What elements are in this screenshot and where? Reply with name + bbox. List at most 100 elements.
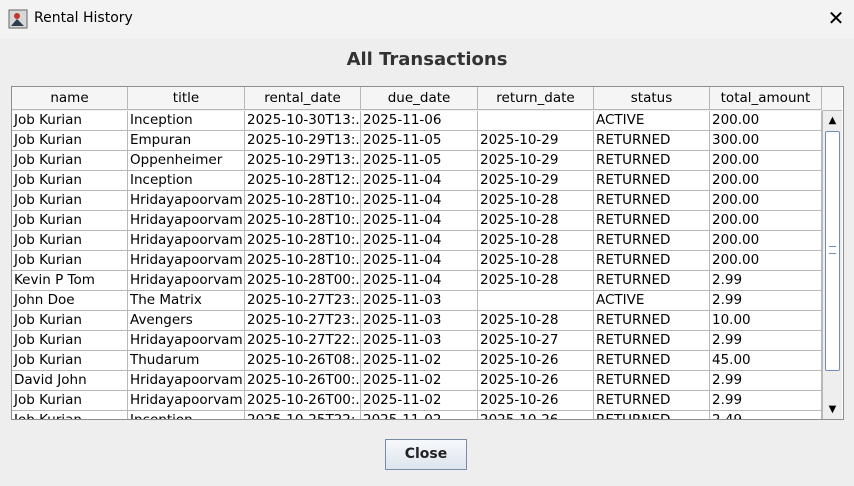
- table-cell-rental-date[interactable]: 2025-10-28T12:...: [245, 171, 361, 191]
- column-header-name[interactable]: name: [12, 87, 128, 110]
- table-cell-due-date[interactable]: 2025-11-04: [361, 271, 478, 291]
- table-cell-rental-date[interactable]: 2025-10-28T00:...: [245, 271, 361, 291]
- table-cell-due-date[interactable]: 2025-11-02: [361, 351, 478, 371]
- table-cell-name[interactable]: Job Kurian: [12, 231, 128, 251]
- table-cell-return-date[interactable]: 2025-10-26: [478, 351, 594, 371]
- table-cell-name[interactable]: Job Kurian: [12, 311, 128, 331]
- table-cell-due-date[interactable]: 2025-11-04: [361, 211, 478, 231]
- table-cell-title[interactable]: Inception: [128, 171, 245, 191]
- table-cell-total-amount[interactable]: 45.00: [710, 351, 822, 371]
- table-cell-total-amount[interactable]: 200.00: [710, 111, 822, 131]
- table-cell-name[interactable]: Job Kurian: [12, 351, 128, 371]
- table-cell-due-date[interactable]: 2025-11-03: [361, 331, 478, 351]
- table-cell-return-date[interactable]: 2025-10-29: [478, 151, 594, 171]
- table-cell-return-date[interactable]: 2025-10-26: [478, 371, 594, 391]
- table-row[interactable]: Job Kurian Hridayapoorvam 2025-10-28T10:..…: [12, 231, 822, 251]
- table-cell-name[interactable]: Job Kurian: [12, 131, 128, 151]
- table-cell-title[interactable]: Hridayapoorvam: [128, 251, 245, 271]
- table-cell-due-date[interactable]: 2025-11-04: [361, 251, 478, 271]
- table-cell-rental-date[interactable]: 2025-10-27T22:...: [245, 331, 361, 351]
- arrow-up-icon[interactable]: ▲: [823, 111, 842, 130]
- table-cell-title[interactable]: Hridayapoorvam: [128, 391, 245, 411]
- table-cell-status[interactable]: RETURNED: [594, 131, 710, 151]
- table-cell-total-amount[interactable]: 2.49: [710, 411, 822, 419]
- table-cell-total-amount[interactable]: 200.00: [710, 231, 822, 251]
- table-cell-status[interactable]: RETURNED: [594, 311, 710, 331]
- table-cell-return-date[interactable]: 2025-10-28: [478, 311, 594, 331]
- table-cell-rental-date[interactable]: 2025-10-28T10:...: [245, 251, 361, 271]
- close-icon[interactable]: ✕: [823, 6, 849, 32]
- table-cell-total-amount[interactable]: 2.99: [710, 371, 822, 391]
- table-cell-title[interactable]: Empuran: [128, 131, 245, 151]
- table-cell-due-date[interactable]: 2025-11-06: [361, 111, 478, 131]
- table-cell-return-date[interactable]: 2025-10-28: [478, 251, 594, 271]
- column-header-return-date[interactable]: return_date: [478, 87, 594, 110]
- table-cell-due-date[interactable]: 2025-11-02: [361, 411, 478, 419]
- table-cell-title[interactable]: Hridayapoorvam: [128, 331, 245, 351]
- table-cell-total-amount[interactable]: 300.00: [710, 131, 822, 151]
- table-cell-name[interactable]: Kevin P Tom: [12, 271, 128, 291]
- table-row[interactable]: Job Kurian Inception 2025-10-28T12:... 2025…: [12, 171, 822, 191]
- table-cell-total-amount[interactable]: 200.00: [710, 211, 822, 231]
- table-row[interactable]: Job Kurian Hridayapoorvam 2025-10-28T10:..…: [12, 191, 822, 211]
- table-row[interactable]: David John Hridayapoorvam 2025-10-26T00:..…: [12, 371, 822, 391]
- table-cell-due-date[interactable]: 2025-11-05: [361, 131, 478, 151]
- table-cell-total-amount[interactable]: 200.00: [710, 191, 822, 211]
- table-cell-due-date[interactable]: 2025-11-05: [361, 151, 478, 171]
- table-cell-return-date[interactable]: 2025-10-28: [478, 231, 594, 251]
- table-cell-name[interactable]: Job Kurian: [12, 391, 128, 411]
- table-cell-name[interactable]: Job Kurian: [12, 251, 128, 271]
- column-header-rental-date[interactable]: rental_date: [245, 87, 361, 110]
- table-cell-status[interactable]: RETURNED: [594, 391, 710, 411]
- table-cell-rental-date[interactable]: 2025-10-29T13:...: [245, 131, 361, 151]
- table-row[interactable]: Job Kurian Hridayapoorvam 2025-10-28T10:..…: [12, 251, 822, 271]
- table-cell-due-date[interactable]: 2025-11-03: [361, 291, 478, 311]
- table-cell-rental-date[interactable]: 2025-10-26T00:...: [245, 391, 361, 411]
- table-cell-total-amount[interactable]: 200.00: [710, 171, 822, 191]
- table-cell-return-date[interactable]: 2025-10-26: [478, 391, 594, 411]
- table-cell-due-date[interactable]: 2025-11-04: [361, 231, 478, 251]
- table-cell-return-date[interactable]: 2025-10-28: [478, 271, 594, 291]
- column-header-title[interactable]: title: [128, 87, 245, 110]
- table-cell-title[interactable]: Hridayapoorvam: [128, 191, 245, 211]
- table-cell-due-date[interactable]: 2025-11-02: [361, 371, 478, 391]
- table-cell-title[interactable]: Hridayapoorvam: [128, 211, 245, 231]
- table-cell-rental-date[interactable]: 2025-10-27T23:...: [245, 311, 361, 331]
- table-cell-name[interactable]: Job Kurian: [12, 191, 128, 211]
- table-cell-name[interactable]: Job Kurian: [12, 171, 128, 191]
- table-cell-title[interactable]: Oppenheimer: [128, 151, 245, 171]
- table-cell-due-date[interactable]: 2025-11-02: [361, 391, 478, 411]
- table-cell-rental-date[interactable]: 2025-10-30T13:...: [245, 111, 361, 131]
- table-cell-status[interactable]: RETURNED: [594, 231, 710, 251]
- table-cell-rental-date[interactable]: 2025-10-28T10:...: [245, 231, 361, 251]
- table-cell-name[interactable]: David John: [12, 371, 128, 391]
- table-cell-status[interactable]: RETURNED: [594, 271, 710, 291]
- table-cell-status[interactable]: RETURNED: [594, 151, 710, 171]
- table-row[interactable]: Job Kurian Hridayapoorvam 2025-10-28T10:..…: [12, 211, 822, 231]
- table-cell-title[interactable]: Avengers: [128, 311, 245, 331]
- column-header-status[interactable]: status: [594, 87, 710, 110]
- table-row[interactable]: Job Kurian Hridayapoorvam 2025-10-27T22:..…: [12, 331, 822, 351]
- table-cell-total-amount[interactable]: 2.99: [710, 271, 822, 291]
- table-cell-title[interactable]: Inception: [128, 111, 245, 131]
- table-row[interactable]: John Doe The Matrix 2025-10-27T23:... 2025-…: [12, 291, 822, 311]
- table-cell-rental-date[interactable]: 2025-10-28T10:...: [245, 211, 361, 231]
- table-cell-title[interactable]: Thudarum: [128, 351, 245, 371]
- table-cell-status[interactable]: RETURNED: [594, 371, 710, 391]
- table-row[interactable]: Job Kurian Hridayapoorvam 2025-10-26T00:..…: [12, 391, 822, 411]
- table-cell-rental-date[interactable]: 2025-10-26T08:...: [245, 351, 361, 371]
- column-header-total-amount[interactable]: total_amount: [710, 87, 822, 110]
- table-row[interactable]: Job Kurian Empuran 2025-10-29T13:... 2025-1…: [12, 131, 822, 151]
- table-row[interactable]: Job KurianInception2025-10-25T22:...2025…: [12, 411, 822, 419]
- table-cell-status[interactable]: RETURNED: [594, 251, 710, 271]
- table-cell-status[interactable]: ACTIVE: [594, 111, 710, 131]
- table-cell-due-date[interactable]: 2025-11-03: [361, 311, 478, 331]
- column-header-due-date[interactable]: due_date: [361, 87, 478, 110]
- table-row[interactable]: Kevin P Tom Hridayapoorvam 2025-10-28T00:.…: [12, 271, 822, 291]
- table-row[interactable]: Job Kurian Oppenheimer 2025-10-29T13:... 20…: [12, 151, 822, 171]
- table-cell-title[interactable]: Inception: [128, 411, 245, 419]
- table-cell-name[interactable]: Job Kurian: [12, 411, 128, 419]
- arrow-down-icon[interactable]: ▼: [823, 400, 842, 419]
- table-cell-return-date[interactable]: 2025-10-28: [478, 191, 594, 211]
- table-cell-status[interactable]: RETURNED: [594, 191, 710, 211]
